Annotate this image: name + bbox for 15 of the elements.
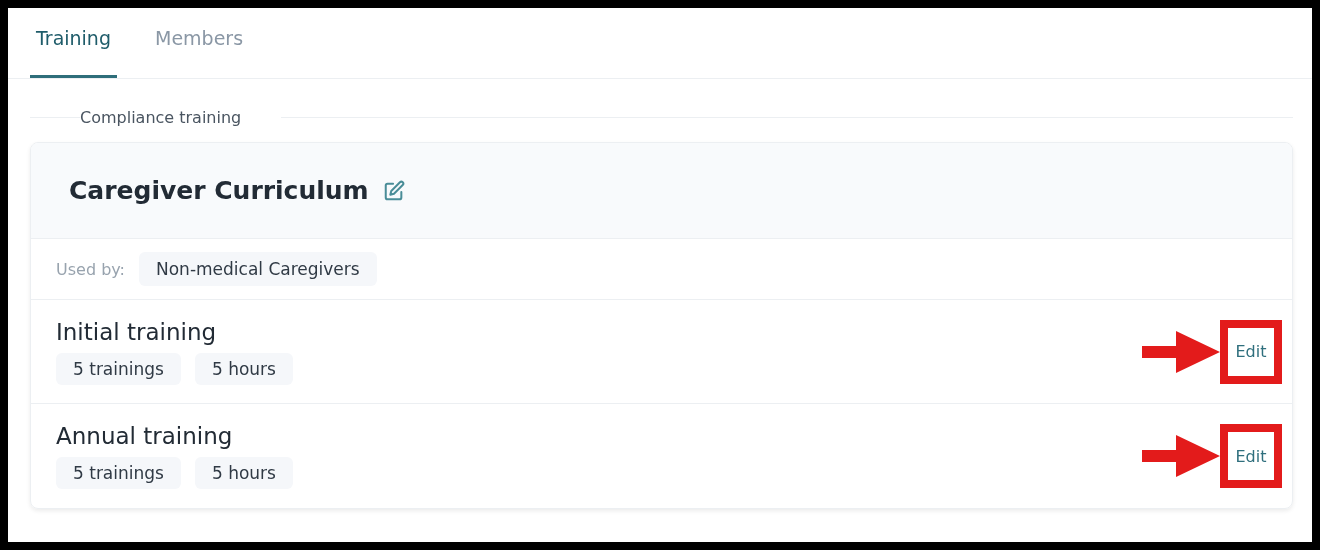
training-tag: 5 hours — [194, 352, 293, 385]
edit-icon[interactable] — [382, 179, 405, 202]
used-by-label: Used by: — [56, 259, 125, 279]
edit-link[interactable]: Edit — [1235, 342, 1267, 361]
tab[interactable]: Training — [30, 8, 117, 78]
section-title: Compliance training — [80, 107, 243, 127]
training-tag: 5 trainings — [56, 457, 181, 489]
group-tag: Non-medical Caregivers — [139, 252, 377, 286]
training-title: Initial training — [56, 318, 218, 345]
tab[interactable]: Members — [149, 8, 250, 78]
curriculum-title: Caregiver Curriculum — [69, 176, 369, 205]
training-title: Annual training — [56, 423, 234, 449]
training-tag: 5 trainings — [56, 352, 181, 385]
training-tag: 5 hours — [194, 457, 293, 489]
edit-link[interactable]: Edit — [1235, 446, 1267, 466]
